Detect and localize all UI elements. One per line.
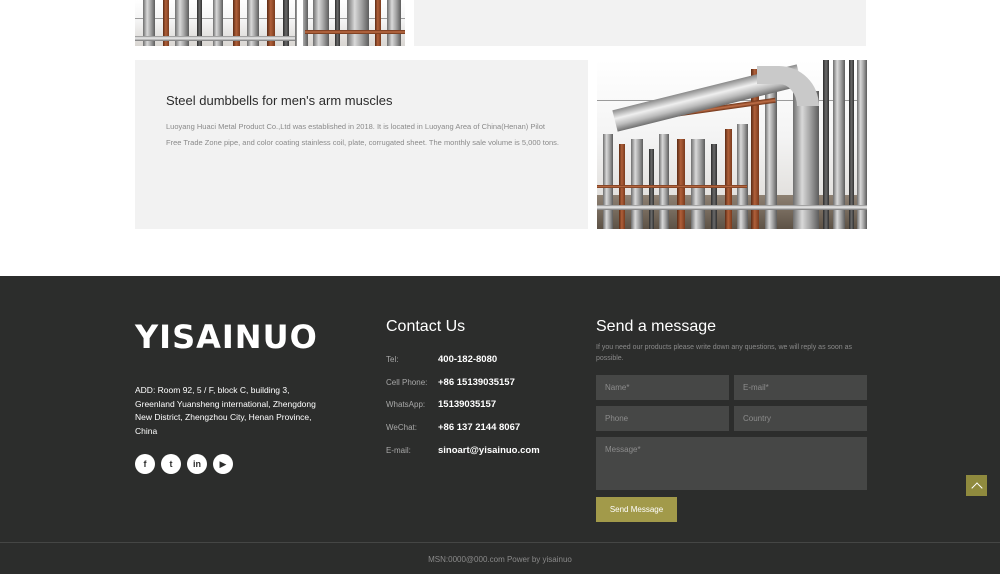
contact-row-email: E-mail: sinoart@yisainuo.com [386, 443, 540, 457]
pipe-detail [603, 134, 613, 229]
message-textarea[interactable] [596, 437, 867, 490]
pipe-detail [649, 149, 654, 229]
site-logo[interactable]: YISAINUO [135, 318, 317, 358]
phone-input[interactable] [596, 406, 729, 431]
pipe-detail [347, 0, 369, 46]
pipe-detail [823, 60, 829, 229]
top-product-image[interactable] [135, 0, 405, 46]
contact-value[interactable]: +86 15139035157 [438, 377, 515, 388]
send-message-button[interactable]: Send Message [596, 497, 677, 522]
pipe-detail [305, 30, 405, 34]
social-links: f t in ▶ [135, 454, 233, 474]
contact-row-cell-phone: Cell Phone: +86 15139035157 [386, 375, 515, 389]
pipe-detail [375, 0, 381, 46]
message-form-description: If you need our products please write do… [596, 344, 853, 362]
pipe-detail [135, 36, 295, 41]
pipe-detail [833, 60, 845, 229]
contact-row-tel: Tel: 400-182-8080 [386, 352, 497, 366]
product-card-description: Luoyang Huaci Metal Product Co.,Ltd was … [166, 122, 559, 147]
pipe-detail [857, 60, 867, 229]
pipe-detail [725, 129, 732, 229]
pipe-detail [335, 0, 340, 46]
pipe-detail [313, 0, 329, 46]
pipe-detail [849, 60, 854, 229]
chevron-up-icon [970, 481, 983, 494]
email-input[interactable] [734, 375, 867, 400]
pipe-detail [631, 139, 643, 229]
image-gap [297, 0, 303, 46]
contact-title: Contact Us [386, 318, 466, 335]
company-address: ADD: Room 92, 5 / F, block C, building 3… [135, 385, 316, 436]
contact-value[interactable]: sinoart@yisainuo.com [438, 445, 540, 456]
pipe-detail [691, 139, 705, 229]
facebook-icon[interactable]: f [135, 454, 155, 474]
youtube-icon[interactable]: ▶ [213, 454, 233, 474]
pipe-detail [597, 185, 747, 188]
pipe-detail [387, 0, 401, 46]
copyright-text: MSN:0000@000.com Power by yisainuo [428, 555, 572, 564]
pipe-detail [677, 139, 685, 229]
product-card-image[interactable] [597, 60, 867, 229]
contact-label: E-mail: [386, 445, 411, 455]
pipe-detail [659, 134, 669, 229]
name-input[interactable] [596, 375, 729, 400]
contact-value[interactable]: 15139035157 [438, 399, 496, 410]
pipe-detail [597, 205, 867, 210]
back-to-top-button[interactable] [966, 475, 987, 496]
country-input[interactable] [734, 406, 867, 431]
contact-label: Tel: [386, 354, 399, 364]
contact-label: Cell Phone: [386, 377, 428, 387]
contact-label: WeChat: [386, 422, 417, 432]
twitter-icon[interactable]: t [161, 454, 181, 474]
message-form-title: Send a message [596, 318, 717, 335]
contact-value[interactable]: +86 137 2144 8067 [438, 422, 520, 433]
logo-wordmark: YISAINUO [135, 318, 318, 356]
contact-label: WhatsApp: [386, 399, 426, 409]
footer-divider [0, 542, 1000, 543]
product-card-title[interactable]: Steel dumbbells for men's arm muscles [166, 93, 392, 108]
pipe-detail [757, 66, 819, 106]
contact-row-wechat: WeChat: +86 137 2144 8067 [386, 420, 520, 434]
pipe-detail [737, 124, 748, 229]
contact-value[interactable]: 400-182-8080 [438, 354, 497, 365]
top-text-card [414, 0, 866, 46]
linkedin-icon[interactable]: in [187, 454, 207, 474]
contact-row-whatsapp: WhatsApp: 15139035157 [386, 397, 496, 411]
